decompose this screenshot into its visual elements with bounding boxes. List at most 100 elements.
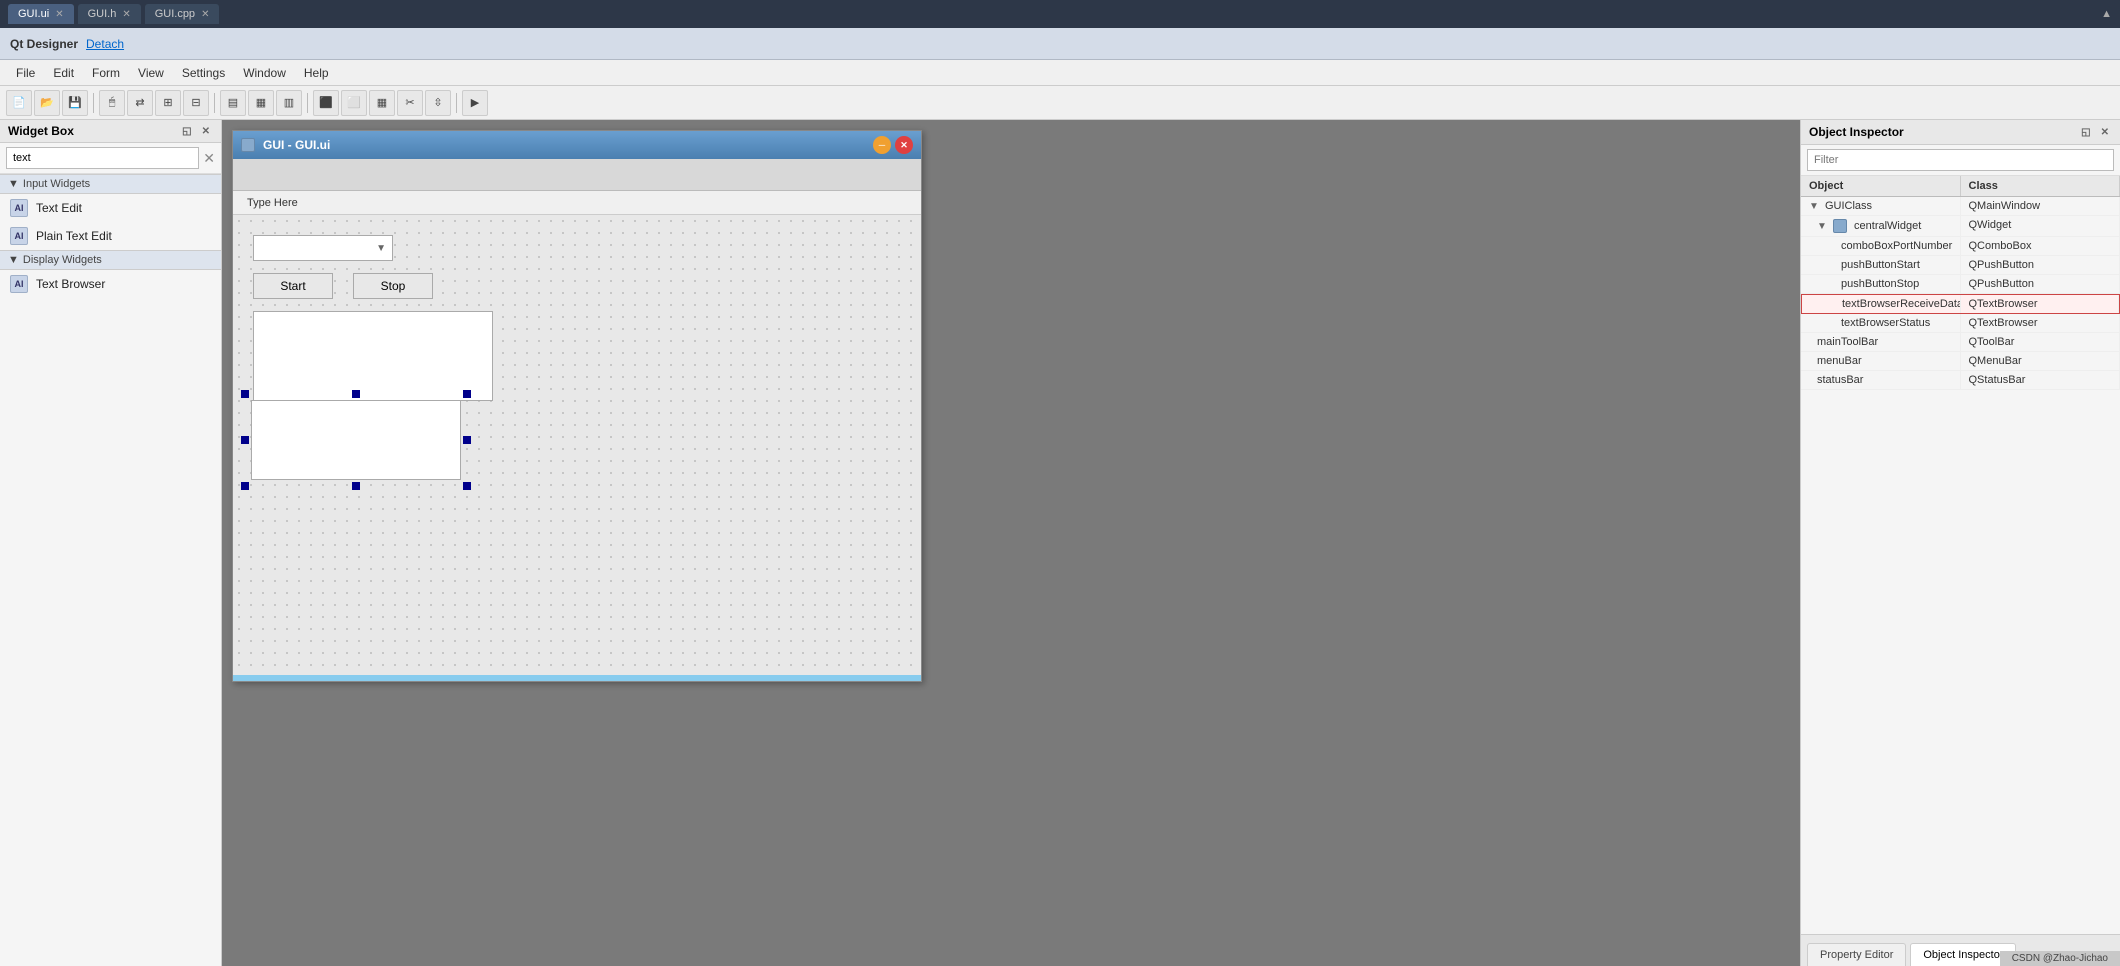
oi-cell-object: ▼ GUIClass [1801, 197, 1961, 215]
gui-toolbar-area [233, 159, 921, 191]
selected-widget-box [251, 400, 461, 480]
gui-content[interactable]: ▼ Start Stop [233, 215, 921, 675]
table-row[interactable]: menuBar QMenuBar [1801, 352, 2120, 371]
table-row[interactable]: ▼ centralWidget QWidget [1801, 216, 2120, 237]
gui-window-bottom [233, 675, 921, 681]
toolbar-open[interactable]: 📂 [34, 90, 60, 116]
widget-plain-text-edit[interactable]: AI Plain Text Edit [0, 222, 221, 250]
toolbar-sep-4 [456, 93, 457, 113]
table-row[interactable]: comboBoxPortNumber QComboBox [1801, 237, 2120, 256]
tab-gui-h-close[interactable]: ✕ [122, 9, 130, 20]
table-row[interactable]: textBrowserStatus QTextBrowser [1801, 314, 2120, 333]
toolbar-save[interactable]: 💾 [62, 90, 88, 116]
oi-object-name: mainToolBar [1817, 336, 1878, 348]
selected-widget-status[interactable] [241, 390, 471, 490]
oi-cell-class: QTextBrowser [1961, 314, 2120, 332]
handle-bot-right[interactable] [463, 482, 471, 490]
toolbar-layout-v[interactable]: ⬜ [341, 90, 367, 116]
toolbar-align-center[interactable]: ▦ [248, 90, 274, 116]
gui-menu-type-here[interactable]: Type Here [239, 195, 306, 211]
menu-view[interactable]: View [130, 63, 172, 83]
handle-mid-left[interactable] [241, 436, 249, 444]
oi-cell-object: comboBoxPortNumber [1801, 237, 1961, 255]
gui-window-icon [241, 138, 255, 152]
stop-button[interactable]: Stop [353, 273, 433, 299]
canvas-area[interactable]: GUI - GUI.ui ─ ✕ Type Here [222, 120, 1800, 966]
table-row[interactable]: mainToolBar QToolBar [1801, 333, 2120, 352]
detach-link[interactable]: Detach [86, 37, 124, 51]
oi-col-headers: Object Class [1801, 176, 2120, 197]
toolbar-connection-mode[interactable]: ⇄ [127, 90, 153, 116]
tab-gui-ui[interactable]: GUI.ui ✕ [8, 4, 74, 24]
text-browser-receive [253, 311, 493, 401]
tab-gui-cpp[interactable]: GUI.cpp ✕ [145, 4, 220, 24]
widget-search-clear[interactable]: ✕ [203, 150, 215, 167]
oi-cell-class: QPushButton [1961, 256, 2120, 274]
text-edit-icon: AI [10, 199, 28, 217]
toolbar-widget-mode[interactable]: 🖱 [99, 90, 125, 116]
tab-gui-h[interactable]: GUI.h ✕ [78, 4, 141, 24]
section-input-widgets[interactable]: ▼ Input Widgets [0, 174, 221, 194]
oi-float[interactable]: ◱ [2078, 126, 2093, 139]
gui-menu-bar: Type Here [233, 191, 921, 215]
handle-bot-center[interactable] [352, 482, 360, 490]
toolbar-layout-h[interactable]: ⬛ [313, 90, 339, 116]
qt-designer-bar: Qt Designer Detach [0, 28, 2120, 60]
table-row[interactable]: ▼ GUIClass QMainWindow [1801, 197, 2120, 216]
tab-property-editor[interactable]: Property Editor [1807, 943, 1906, 966]
window-minimize[interactable]: ─ [873, 136, 891, 154]
section-input-label: Input Widgets [23, 178, 90, 190]
start-button[interactable]: Start [253, 273, 333, 299]
widget-box-float[interactable]: ◱ [179, 125, 194, 138]
toolbar-new[interactable]: 📄 [6, 90, 32, 116]
toolbar-break-layout[interactable]: ✂ [397, 90, 423, 116]
handle-top-left[interactable] [241, 390, 249, 398]
tab-gui-ui-close[interactable]: ✕ [55, 9, 63, 20]
oi-close[interactable]: ✕ [2098, 126, 2112, 139]
toolbar-taborder[interactable]: ⊞ [155, 90, 181, 116]
oi-object-name: textBrowserReceiveData [1842, 298, 1961, 310]
widget-text-edit[interactable]: AI Text Edit [0, 194, 221, 222]
toolbar-align-left[interactable]: ▤ [220, 90, 246, 116]
toolbar-preview[interactable]: ▶ [462, 90, 488, 116]
menu-edit[interactable]: Edit [45, 63, 82, 83]
handle-bot-left[interactable] [241, 482, 249, 490]
widget-search-input[interactable] [6, 147, 199, 169]
widget-box-close[interactable]: ✕ [199, 125, 213, 138]
menu-settings[interactable]: Settings [174, 63, 233, 83]
gui-window-controls: ─ ✕ [873, 136, 913, 154]
handle-top-right[interactable] [463, 390, 471, 398]
main-layout: Widget Box ◱ ✕ ✕ ▼ Input Widgets AI Text… [0, 120, 2120, 966]
oi-cell-object: mainToolBar [1801, 333, 1961, 351]
table-row-highlighted[interactable]: textBrowserReceiveData QTextBrowser [1801, 294, 2120, 314]
table-row[interactable]: pushButtonStop QPushButton [1801, 275, 2120, 294]
table-row[interactable]: pushButtonStart QPushButton [1801, 256, 2120, 275]
section-display-widgets[interactable]: ▼ Display Widgets [0, 250, 221, 270]
widget-text-browser[interactable]: AI Text Browser [0, 270, 221, 298]
combo-box-port[interactable]: ▼ [253, 235, 393, 261]
buttons-row: Start Stop [253, 273, 901, 299]
table-row[interactable]: statusBar QStatusBar [1801, 371, 2120, 390]
toolbar-align-right[interactable]: ▥ [276, 90, 302, 116]
toolbar-adjust[interactable]: ⇳ [425, 90, 451, 116]
oi-object-name: comboBoxPortNumber [1841, 240, 1952, 252]
menu-window[interactable]: Window [235, 63, 294, 83]
menu-file[interactable]: File [8, 63, 43, 83]
expand-arrow-icon: ▼ [1809, 201, 1819, 212]
qt-designer-label: Qt Designer [10, 37, 78, 51]
handle-mid-right[interactable] [463, 436, 471, 444]
widget-icon [1833, 219, 1847, 233]
gui-window-titlebar: GUI - GUI.ui ─ ✕ [233, 131, 921, 159]
oi-cell-class: QTextBrowser [1961, 295, 2120, 313]
window-close[interactable]: ✕ [895, 136, 913, 154]
oi-filter-input[interactable] [1807, 149, 2114, 171]
handle-top-center[interactable] [352, 390, 360, 398]
oi-object-name: GUIClass [1825, 200, 1872, 212]
menu-help[interactable]: Help [296, 63, 337, 83]
menu-form[interactable]: Form [84, 63, 128, 83]
oi-header-controls: ◱ ✕ [2078, 126, 2112, 139]
toolbar-buddies[interactable]: ⊟ [183, 90, 209, 116]
toolbar-layout-grid[interactable]: ▦ [369, 90, 395, 116]
search-row: ✕ [0, 143, 221, 174]
tab-gui-cpp-close[interactable]: ✕ [201, 9, 209, 20]
